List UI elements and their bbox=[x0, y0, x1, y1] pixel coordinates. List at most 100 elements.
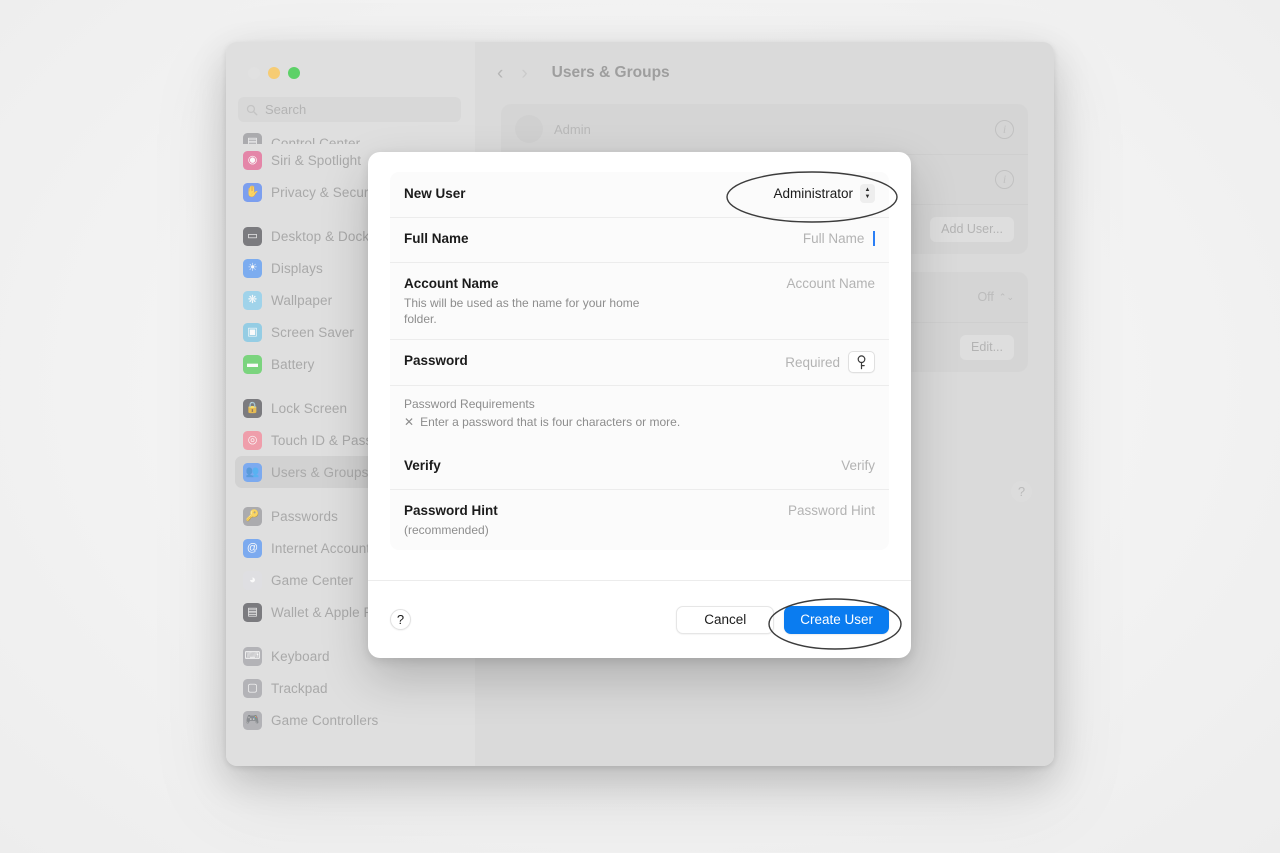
full-name-label: Full Name bbox=[404, 231, 469, 246]
user-row-admin[interactable]: Admin i bbox=[501, 104, 1028, 154]
sidebar-item-label: Internet Accounts bbox=[271, 540, 378, 556]
sidebar-item-label: Game Controllers bbox=[271, 712, 379, 728]
add-user-button[interactable]: Add User... bbox=[930, 216, 1014, 242]
screen-saver-icon: ▣ bbox=[243, 322, 262, 342]
sidebar-item-label: Battery bbox=[271, 356, 315, 372]
password-key-button[interactable] bbox=[848, 351, 875, 373]
chevron-updown-icon: ⌃⌄ bbox=[998, 291, 1014, 302]
sidebar-item-label: Users & Groups bbox=[271, 464, 369, 480]
password-requirement-item: ✕ Enter a password that is four character… bbox=[404, 414, 875, 431]
form-row-right: Verify bbox=[841, 444, 875, 487]
internet-accounts-icon: @ bbox=[243, 538, 262, 558]
forward-button[interactable]: › bbox=[521, 64, 527, 83]
sidebar-item-trackpad[interactable]: ▢ Trackpad bbox=[235, 672, 466, 704]
sidebar-item-label: Trackpad bbox=[271, 680, 328, 696]
info-icon[interactable]: i bbox=[995, 169, 1014, 189]
form-row-right: Account Name bbox=[786, 262, 875, 305]
help-button[interactable]: ? bbox=[1011, 481, 1032, 502]
form-row-left: New User bbox=[404, 172, 773, 215]
sidebar-item-label: Privacy & Security bbox=[271, 184, 383, 200]
sidebar-item-label: Passwords bbox=[271, 508, 338, 524]
new-user-label: New User bbox=[404, 186, 466, 201]
full-name-input[interactable]: Full Name bbox=[803, 229, 865, 248]
form-row-left: Verify bbox=[404, 444, 841, 487]
zoom-button[interactable] bbox=[288, 67, 300, 79]
password-label: Password bbox=[404, 353, 468, 368]
account-type-value: Administrator bbox=[773, 186, 853, 201]
lock-screen-icon: 🔒 bbox=[243, 398, 262, 418]
form-row-right: Full Name bbox=[803, 217, 875, 260]
detail-header: ‹ › Users & Groups bbox=[475, 42, 1054, 104]
search-placeholder: Search bbox=[265, 102, 307, 117]
password-requirements: Password Requirements ✕ Enter a password t… bbox=[390, 385, 889, 444]
info-icon[interactable]: i bbox=[995, 119, 1014, 139]
sidebar-item-label: Wallpaper bbox=[271, 292, 333, 308]
form-row-verify: Verify Verify bbox=[390, 444, 889, 489]
battery-icon: ▬ bbox=[243, 354, 262, 374]
account-name-description: This will be used as the name for your h… bbox=[404, 296, 640, 326]
wallpaper-icon: ❋ bbox=[243, 290, 262, 310]
form-row-left: Full Name bbox=[404, 217, 803, 260]
account-name-label: Account Name bbox=[404, 276, 499, 291]
form-row-account-name: Account Name This will be used as the nam… bbox=[390, 262, 889, 339]
dialog-help-button[interactable]: ? bbox=[390, 609, 411, 630]
wallet-icon: ▤ bbox=[243, 602, 262, 622]
requirement-unmet-x-icon: ✕ bbox=[404, 415, 415, 429]
form-row-right: Password Hint bbox=[788, 489, 875, 532]
password-hint-input[interactable]: Password Hint bbox=[788, 501, 875, 520]
desktop-dock-icon: ▭ bbox=[243, 226, 262, 246]
sidebar-item-label: Lock Screen bbox=[271, 400, 348, 416]
window-traffic-lights bbox=[226, 42, 475, 79]
page-title: Users & Groups bbox=[551, 64, 670, 81]
privacy-icon: ✋ bbox=[243, 182, 262, 202]
sidebar-item-label: Siri & Spotlight bbox=[271, 152, 362, 168]
verify-label: Verify bbox=[404, 458, 441, 473]
dialog-footer: ? Cancel Create User bbox=[368, 580, 911, 658]
siri-icon: ◉ bbox=[243, 150, 262, 170]
text-caret bbox=[873, 231, 875, 246]
sidebar-item-label: Desktop & Dock bbox=[271, 228, 370, 244]
account-name-input[interactable]: Account Name bbox=[786, 274, 875, 293]
new-user-dialog: New User Administrator ▲ ▼ Full Name Full Nam… bbox=[368, 152, 911, 658]
form-row-right: Administrator ▲ ▼ bbox=[773, 172, 875, 215]
desktop-background: Search ▤ Control Center ◉ Siri & Spotlight ✋… bbox=[0, 0, 1280, 853]
requirement-text: Enter a password that is four characters… bbox=[420, 415, 681, 429]
minimize-button[interactable] bbox=[268, 67, 280, 79]
form-row-password-hint: Password Hint (recommended) Password Hint bbox=[390, 489, 889, 550]
create-user-button[interactable]: Create User bbox=[784, 605, 889, 634]
form-row-left: Password Hint (recommended) bbox=[404, 489, 788, 550]
form-row-password: Password Required bbox=[390, 339, 889, 385]
control-center-icon: ▤ bbox=[243, 133, 262, 144]
sidebar-item-label: Control Center bbox=[271, 136, 361, 144]
displays-icon: ☀ bbox=[243, 258, 262, 278]
form-row-left: Account Name This will be used as the nam… bbox=[404, 262, 786, 339]
sidebar-item-label: Screen Saver bbox=[271, 324, 354, 340]
cancel-button[interactable]: Cancel bbox=[676, 605, 775, 634]
search-icon bbox=[246, 104, 258, 115]
sidebar-item-label: Displays bbox=[271, 260, 323, 276]
guest-user-popup[interactable]: Off ⌃⌄ bbox=[977, 290, 1014, 304]
chevron-updown-icon: ▲ ▼ bbox=[860, 184, 875, 203]
account-type-popup[interactable]: Administrator ▲ ▼ bbox=[773, 184, 875, 203]
keyboard-icon: ⌨ bbox=[243, 646, 262, 666]
users-groups-icon: 👥 bbox=[243, 462, 262, 482]
form-row-right: Required bbox=[785, 339, 875, 385]
touch-id-icon: ◎ bbox=[243, 430, 262, 450]
back-button[interactable]: ‹ bbox=[497, 64, 503, 83]
edit-button[interactable]: Edit... bbox=[960, 334, 1014, 360]
password-input[interactable]: Required bbox=[785, 353, 840, 372]
password-requirements-title: Password Requirements bbox=[404, 397, 535, 411]
game-controllers-icon: 🎮 bbox=[243, 710, 262, 730]
sidebar-item-label: Game Center bbox=[271, 572, 354, 588]
sidebar-item-control-center[interactable]: ▤ Control Center bbox=[235, 130, 466, 144]
passwords-icon: 🔑 bbox=[243, 506, 262, 526]
close-button[interactable] bbox=[248, 67, 260, 79]
user-row-name: Admin bbox=[554, 121, 591, 137]
avatar bbox=[515, 115, 543, 143]
sidebar-item-game-controllers[interactable]: 🎮 Game Controllers bbox=[235, 704, 466, 736]
search-field[interactable]: Search bbox=[238, 97, 461, 122]
new-user-form: New User Administrator ▲ ▼ Full Name Full Nam… bbox=[390, 172, 889, 550]
verify-input[interactable]: Verify bbox=[841, 456, 875, 475]
password-hint-description: (recommended) bbox=[404, 523, 489, 537]
game-center-icon: ◕ bbox=[243, 570, 262, 590]
